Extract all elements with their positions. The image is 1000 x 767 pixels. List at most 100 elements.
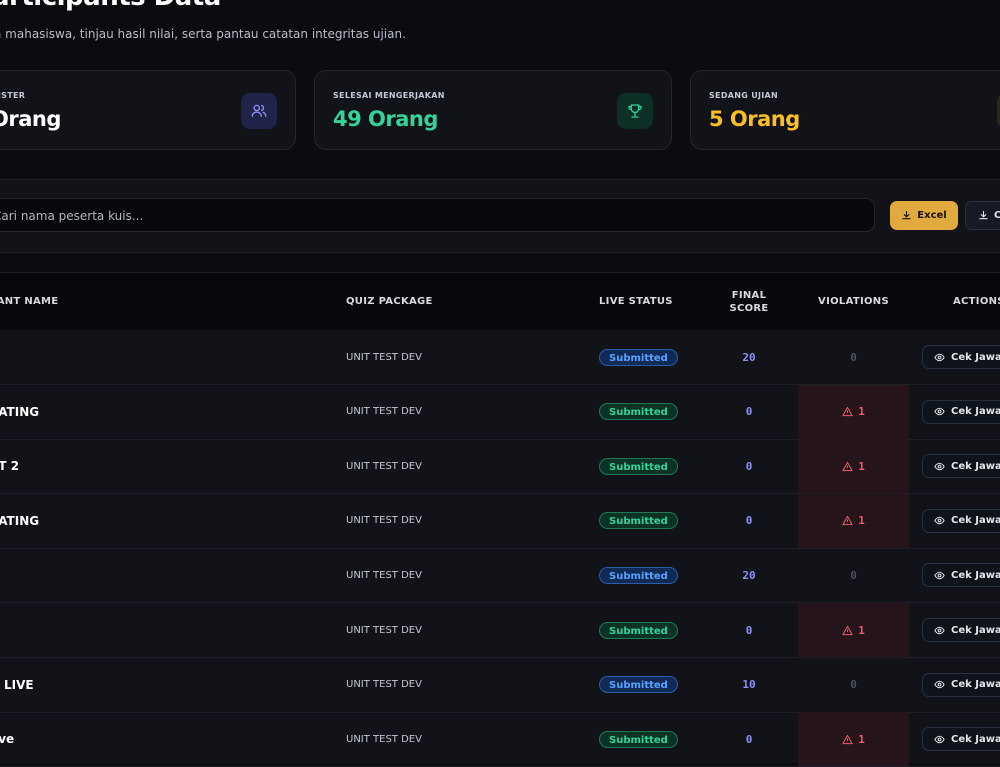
- download-icon: [979, 210, 988, 220]
- participant-name: AT 2: [0, 459, 20, 474]
- status-badge: Submitted: [599, 730, 678, 748]
- violations-cell: 1: [798, 712, 909, 767]
- violations-count: 1: [858, 732, 865, 746]
- check-answers-button[interactable]: Cek Jawa: [922, 345, 1000, 369]
- violations-count: 0: [850, 678, 857, 692]
- stat-value: 5 Orang: [709, 107, 800, 131]
- quiz-package: UNIT TEST DEV: [346, 569, 422, 581]
- violations-cell: 1: [798, 384, 909, 439]
- export-label: C: [994, 210, 1000, 221]
- quiz-package: UNIT TEST DEV: [346, 515, 422, 527]
- status-badge: Submitted: [599, 621, 678, 639]
- check-answers-button[interactable]: Cek Jawa: [922, 399, 1000, 424]
- table-row: GUNIT TEST DEVSubmitted01Cek Jawa: [0, 603, 1000, 658]
- participant-name: EATING: [0, 404, 40, 419]
- eye-icon: [934, 517, 945, 525]
- table-row: EATING UNIT TEST DEV Submitted 0 1 Cek Jawa: [0, 493, 1000, 549]
- final-score: 0: [745, 405, 753, 419]
- status-cell: Submitted: [599, 658, 678, 712]
- status-badge: Submitted: [599, 403, 678, 421]
- stat-card-in-progress: SEDANG UJIAN 5 Orang: [690, 70, 1000, 150]
- check-answers-button[interactable]: Cek Jawa: [922, 563, 1000, 588]
- status-cell: Submitted: [599, 494, 678, 548]
- eye-icon: [934, 680, 945, 689]
- stat-card-registered: GISTER Orang: [0, 70, 296, 150]
- final-score: 0: [745, 514, 753, 528]
- quiz-package: UNIT TEST DEV: [346, 733, 422, 745]
- warning-icon: [842, 734, 853, 744]
- participant-name: G LIVE: [0, 677, 34, 692]
- search-input[interactable]: [0, 199, 855, 233]
- status-cell: Submitted: [599, 548, 678, 602]
- download-icon: [902, 210, 911, 220]
- page-title: articipants Data: [0, 0, 221, 12]
- status-badge: Submitted: [599, 512, 678, 530]
- check-answers-label: Cek Jawa: [951, 624, 1000, 636]
- violations-cell: 1: [798, 603, 909, 657]
- violations-cell: 0: [798, 330, 909, 384]
- users-icon: [241, 93, 277, 129]
- check-answers-button[interactable]: Cek Jawa: [922, 672, 1000, 697]
- excel-label: Excel: [917, 210, 947, 221]
- warning-icon: [842, 406, 853, 417]
- header-name: PANT NAME: [0, 296, 59, 307]
- eye-icon: [934, 626, 945, 634]
- status-badge: Submitted: [599, 566, 678, 584]
- check-answers-button[interactable]: Cek Jawa: [922, 454, 1000, 479]
- table-row: EATING UNIT TEST DEV Submitted 0 1 Cek Jawa: [0, 384, 1000, 440]
- status-badge: Submitted: [599, 676, 678, 694]
- violations-cell: 0: [798, 658, 909, 712]
- export-button[interactable]: C: [965, 201, 1000, 230]
- final-score: 10: [742, 678, 756, 692]
- header-score: FINAL SCORE: [720, 289, 778, 315]
- export-excel-button[interactable]: Excel: [890, 201, 958, 230]
- check-answers-button[interactable]: Cek Jawa: [922, 508, 1000, 533]
- header-score-line2: SCORE: [729, 303, 769, 314]
- eye-icon: [934, 462, 945, 470]
- stat-label: SELESAI MENGERJAKAN: [333, 91, 445, 100]
- status-cell: Submitted: [599, 330, 678, 384]
- check-answers-button[interactable]: Cek Jawa: [922, 727, 1000, 752]
- final-score: 0: [745, 459, 753, 473]
- stat-value: 49 Orang: [333, 107, 438, 131]
- check-answers-label: Cek Jawa: [951, 515, 1000, 527]
- header-package: QUIZ PACKAGE: [346, 296, 433, 307]
- eye-icon: [934, 571, 945, 580]
- stat-value: Orang: [0, 107, 61, 131]
- participant-name: EATING: [0, 513, 40, 528]
- status-cell: Submitted: [599, 385, 678, 439]
- violations-count: 0: [850, 568, 857, 582]
- warning-icon: [842, 625, 853, 635]
- check-answers-label: Cek Jawa: [951, 351, 1000, 363]
- violations-count: 1: [858, 514, 865, 528]
- search-field[interactable]: [0, 198, 875, 233]
- participant-name: live: [0, 732, 15, 747]
- status-cell: Submitted: [599, 603, 678, 657]
- violations-count: 1: [858, 623, 865, 637]
- check-answers-button[interactable]: Cek Jawa: [922, 618, 1000, 642]
- table-row: AT 2 UNIT TEST DEV Submitted 0 1 Cek Jawa: [0, 439, 1000, 495]
- participants-table: PANT NAME QUIZ PACKAGE LIVE STATUS FINAL…: [0, 272, 1000, 767]
- table-row: GUNIT TEST DEVSubmitted200Cek Jawa: [0, 330, 1000, 385]
- status-badge: Submitted: [599, 348, 678, 366]
- eye-icon: [934, 353, 945, 361]
- violations-count: 0: [850, 350, 857, 364]
- check-answers-label: Cek Jawa: [951, 679, 1000, 691]
- quiz-package: UNIT TEST DEV: [346, 351, 422, 363]
- check-answers-label: Cek Jawa: [951, 406, 1000, 418]
- quiz-package: UNIT TEST DEV: [346, 624, 422, 636]
- violations-cell: 0: [798, 548, 909, 602]
- final-score: 0: [745, 623, 753, 637]
- final-score: 0: [745, 732, 753, 746]
- trophy-icon: [617, 93, 653, 129]
- stat-label: SEDANG UJIAN: [709, 91, 779, 100]
- violations-count: 1: [858, 405, 865, 419]
- final-score: 20: [742, 350, 756, 364]
- violations-count: 1: [858, 459, 865, 473]
- check-answers-label: Cek Jawa: [951, 569, 1000, 581]
- table-row: UNIT TEST DEV Submitted 20 0 Cek Jawa: [0, 548, 1000, 604]
- header-actions: ACTIONS: [953, 296, 1000, 307]
- warning-icon: [842, 461, 853, 471]
- eye-icon: [934, 735, 945, 743]
- check-answers-label: Cek Jawa: [951, 733, 1000, 745]
